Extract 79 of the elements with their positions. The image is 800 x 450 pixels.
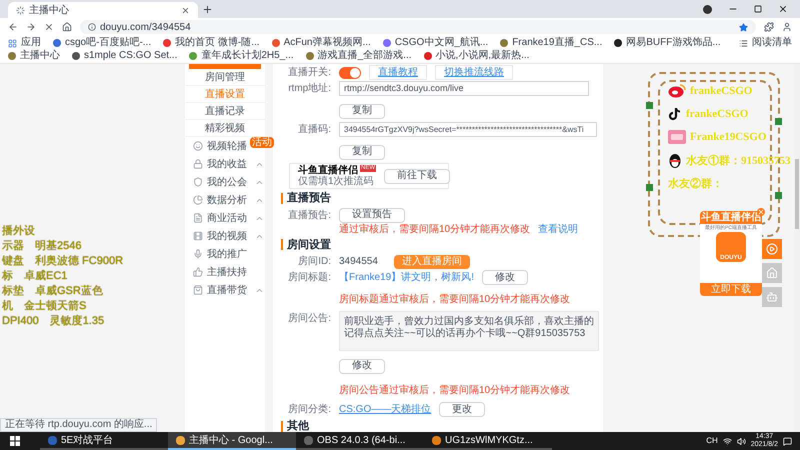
field-label: 直播开关: — [287, 66, 331, 80]
notice-textarea[interactable]: 前职业选手，曾效力过国内多支知名俱乐部，喜欢主播的记得点点关注~~可以的话再办个卡哦~~Q群915035753 — [339, 311, 599, 351]
sidebar-subitem[interactable]: 房间管理 — [185, 69, 265, 86]
link-button[interactable]: 切换推流线路 — [435, 65, 513, 80]
taskbar-app[interactable]: OBS 24.0.3 (64-bi... — [296, 432, 424, 450]
room-title: 【Franke19】讲文明，树新风! — [339, 270, 474, 285]
link-button[interactable]: 直播教程 — [369, 65, 427, 80]
section-heading: 直播预告 — [287, 190, 331, 206]
overlay-handle: Franke19CSGO — [690, 130, 766, 144]
stream-key-field[interactable]: 3494554rGTgzXV9j?wsSecret=**********************************&wsTi — [339, 122, 597, 137]
copy-button[interactable]: 复制 — [339, 144, 385, 160]
card-title: 斗鱼直播伴侣 — [298, 165, 358, 176]
sidebar-item[interactable]: 商业活动 — [207, 210, 247, 226]
badge: 活动 — [250, 137, 274, 148]
overlay-text: 键盘 利奥波德 FC900R — [2, 254, 124, 269]
overlay-text: DPI400 灵敏度1.35 — [2, 314, 106, 329]
bookmark-link[interactable]: Franke19直播_CS... — [500, 37, 602, 49]
sidebar-item[interactable]: 数据分析 — [207, 192, 247, 208]
sidebar-item[interactable]: 我的推广 — [207, 246, 247, 262]
bookmark-link[interactable]: csgo吧-百度贴吧-... — [53, 37, 152, 49]
overlay-text: 标垫 卓威GSR蓝色 — [2, 284, 104, 299]
taskbar-app[interactable]: 5E对战平台 — [40, 432, 168, 450]
url-field[interactable]: rtmp://sendtc3.douyu.com/live — [339, 81, 589, 96]
category-link[interactable]: CS:GO——天梯排位 — [339, 402, 432, 417]
bookmark-link[interactable]: AcFun弹幕视频网... — [272, 37, 371, 49]
room-id: 3494554 — [339, 255, 378, 269]
taskbar-app[interactable]: UG1zsWlMYKGtz... — [424, 432, 552, 450]
tab-title: 主播中心 — [29, 4, 70, 18]
overlay-text: 标 卓威EC1 — [2, 269, 68, 284]
field-label: 直播预告: — [287, 208, 331, 222]
warning-text: 房间公告通过审核后，需要间隔10分钟才能再次修改 — [339, 385, 570, 396]
bookmark-link[interactable]: CSGO中文网_航讯... — [382, 37, 488, 49]
bookmark-link[interactable]: 游戏直播_全部游戏... — [306, 50, 412, 62]
url-text: douyu.com/3494554 — [100, 20, 191, 34]
overlay-text: 播外设 — [2, 224, 36, 239]
sidebar-item[interactable]: 我的公会 — [207, 174, 247, 190]
set-preview-button[interactable]: 设置预告 — [339, 208, 405, 222]
sidebar-subitem[interactable]: 精彩视频 — [185, 120, 265, 137]
field-label: rtmp地址: — [287, 82, 331, 96]
overlay-text: 示器 明基2546 — [2, 239, 82, 254]
overlay-handle: 水友②群： — [668, 178, 723, 191]
warning-text: 通过审核后，需要间隔10分钟才能再次修改 — [339, 224, 530, 236]
download-button[interactable]: 前往下载 — [384, 168, 450, 184]
sidebar-item[interactable]: 直播带货 — [207, 282, 247, 298]
status-text: 正在等待 rtp.douyu.com 的响应... — [0, 418, 158, 432]
bookmark-link[interactable]: 网易BUFF游戏饰品... — [614, 37, 721, 49]
bookmark-link[interactable]: 应用 — [8, 37, 41, 49]
address-bar[interactable]: douyu.com/3494554 — [80, 20, 756, 34]
field-label: 房间标题: — [287, 270, 331, 285]
field-label: 直播码: — [297, 122, 331, 137]
sidebar-item[interactable]: 我的收益 — [207, 156, 247, 172]
bookmark-link[interactable]: 童年成长计划2H5_... — [189, 50, 294, 62]
bookmark-link[interactable]: 主播中心 — [8, 50, 60, 62]
sidebar-item[interactable]: 视频轮播 — [207, 138, 247, 154]
reading-list-link[interactable]: 阅读清单 — [739, 37, 792, 49]
section-heading: 房间设置 — [287, 238, 331, 252]
sidebar-subitem[interactable]: 直播记录 — [185, 103, 265, 120]
section-heading: 其他 — [287, 418, 309, 432]
taskbar-app[interactable]: 主播中心 - Googl... — [168, 432, 296, 450]
overlay-handle: frankeCSGO — [686, 108, 748, 120]
browser-tab[interactable]: 主播中心 — [8, 2, 198, 18]
bookmark-link[interactable]: 我的首页 微博-随... — [163, 37, 260, 49]
sidebar-item[interactable]: 主播扶持 — [207, 264, 247, 280]
card-subtitle: 仅需填1次推流码 — [298, 176, 375, 187]
bookmark-link[interactable]: 小说,小说网,最新热... — [424, 50, 530, 62]
field-label: 房间分类: — [287, 402, 331, 417]
help-link[interactable]: 查看说明 — [538, 224, 578, 236]
ime-indicator[interactable]: CH — [706, 435, 718, 447]
edit-button[interactable]: 修改 — [482, 270, 528, 285]
warning-text: 房间标题通过审核后，需要间隔10分钟才能再次修改 — [339, 294, 570, 305]
field-label: 房间公告: — [287, 312, 331, 326]
copy-button[interactable]: 复制 — [339, 104, 385, 118]
overlay-handle: frankeCSGO — [690, 84, 752, 98]
edit-button[interactable]: 修改 — [339, 358, 385, 374]
change-button[interactable]: 更改 — [439, 402, 486, 417]
bookmark-link[interactable]: s1mple CS:GO Set... — [72, 50, 178, 62]
sidebar-item[interactable]: 我的视频 — [207, 228, 247, 244]
overlay-text: 机 金士顿天箭S — [2, 299, 88, 314]
field-label: 房间ID: — [297, 254, 331, 269]
